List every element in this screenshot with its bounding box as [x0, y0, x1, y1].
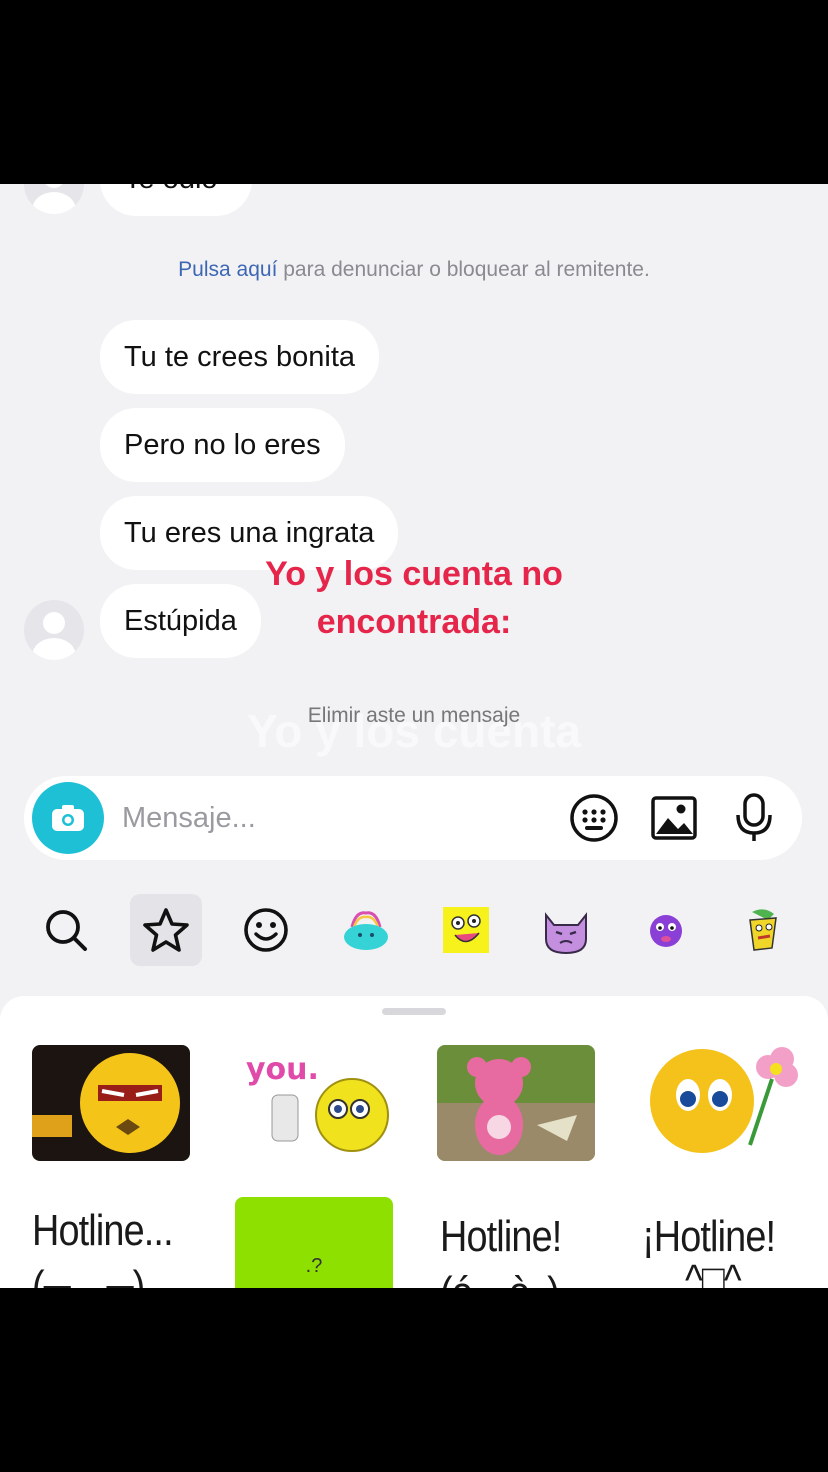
sticker-keyboard-button[interactable]: [566, 790, 622, 846]
cyan-blob-sticker-icon: [344, 911, 388, 950]
voice-button[interactable]: [726, 790, 782, 846]
message-composer: Mensaje...: [24, 776, 802, 860]
sticker-text: ¡Hotline!: [642, 1212, 776, 1261]
tab-sticker-pack-5[interactable]: [728, 894, 800, 966]
report-link[interactable]: Pulsa aquí: [178, 258, 277, 281]
svg-text:you.: you.: [246, 1052, 319, 1087]
message-text: Tu te crees bonita: [124, 340, 356, 373]
sticker-text: Hotline...: [32, 1206, 174, 1255]
camera-button[interactable]: [32, 782, 104, 854]
sticker-text: Hotline!: [440, 1212, 562, 1261]
tab-emoji[interactable]: [230, 894, 302, 966]
report-notice: Pulsa aquí para denunciar o bloquear al …: [0, 258, 828, 282]
caption-line: Yo y los cuenta no: [265, 555, 563, 593]
message-bubble-partial[interactable]: Te odio: [100, 184, 252, 216]
keyboard-icon: [570, 794, 618, 842]
tab-sticker-pack-1[interactable]: [330, 894, 402, 966]
smiley-icon: [244, 908, 288, 952]
tab-favorites[interactable]: [130, 894, 202, 966]
sheet-drag-handle[interactable]: [382, 1008, 446, 1015]
sender-avatar[interactable]: [24, 600, 84, 660]
pink-bear-sticker-icon: [437, 1045, 595, 1161]
message-bubble[interactable]: Pero no lo eres: [100, 408, 345, 482]
chat-screen: Te odio Pulsa aquí para denunciar o bloq…: [0, 184, 828, 1288]
sticker-subtext: (ó﹏ò。): [440, 1256, 561, 1288]
yellow-creature-sticker-icon: [749, 909, 777, 951]
message-text: Tu eres una ingrata: [124, 516, 375, 549]
sticker-crying-flower-emoji[interactable]: [640, 1045, 798, 1161]
yellow-sponge-sticker-icon: [443, 907, 489, 953]
sticker-green-square[interactable]: .?: [235, 1197, 393, 1288]
purple-emoji-sticker-icon: [650, 915, 682, 947]
sticker-hotline-sad[interactable]: Hotline... (╥﹏╥): [32, 1206, 174, 1288]
sticker-sheet: you. Hotline... (╥﹏╥) .? Hotline! ¡Hotli…: [0, 996, 828, 1288]
angry-emoji-sticker-icon: [32, 1045, 190, 1161]
message-text: Te odio: [124, 184, 218, 196]
image-icon: [651, 796, 697, 840]
sticker-angry-emoji[interactable]: [32, 1045, 190, 1161]
sticker-hotline-excited[interactable]: ¡Hotline! ^□^: [642, 1212, 776, 1288]
video-caption: Yo y los cuenta no encontrada:: [200, 550, 628, 646]
purple-cat-sticker-icon: [545, 912, 587, 955]
tab-sticker-pack-4[interactable]: [630, 894, 702, 966]
message-input[interactable]: Mensaje...: [122, 776, 256, 860]
spray-emoji-sticker-icon: you.: [234, 1045, 392, 1161]
message-bubble[interactable]: Tu te crees bonita: [100, 320, 380, 394]
search-icon: [46, 910, 87, 951]
gallery-button[interactable]: [646, 790, 702, 846]
tab-sticker-pack-2[interactable]: [430, 894, 502, 966]
sender-avatar[interactable]: [24, 184, 84, 214]
message-text: Pero no lo eres: [124, 428, 321, 461]
camera-icon: [52, 805, 84, 831]
report-text: para denunciar o bloquear al remitente.: [277, 258, 650, 281]
crying-flower-emoji-sticker-icon: [640, 1045, 798, 1161]
sticker-pink-bear[interactable]: [437, 1045, 595, 1161]
star-icon: [143, 908, 189, 952]
tab-search[interactable]: [30, 894, 102, 966]
caption-line: encontrada:: [316, 603, 512, 641]
tab-sticker-pack-3[interactable]: [530, 894, 602, 966]
microphone-icon: [736, 793, 772, 841]
sticker-tab-bar: [0, 890, 828, 970]
sticker-spray-emoji[interactable]: you.: [234, 1045, 392, 1161]
deleted-message-notice: Elimir aste un mensaje: [307, 704, 521, 727]
phone-frame: Te odio Pulsa aquí para denunciar o bloq…: [0, 0, 828, 1472]
sticker-text: .?: [305, 1255, 323, 1277]
sticker-hotline-worried[interactable]: Hotline! (ó﹏ò。): [440, 1212, 562, 1288]
